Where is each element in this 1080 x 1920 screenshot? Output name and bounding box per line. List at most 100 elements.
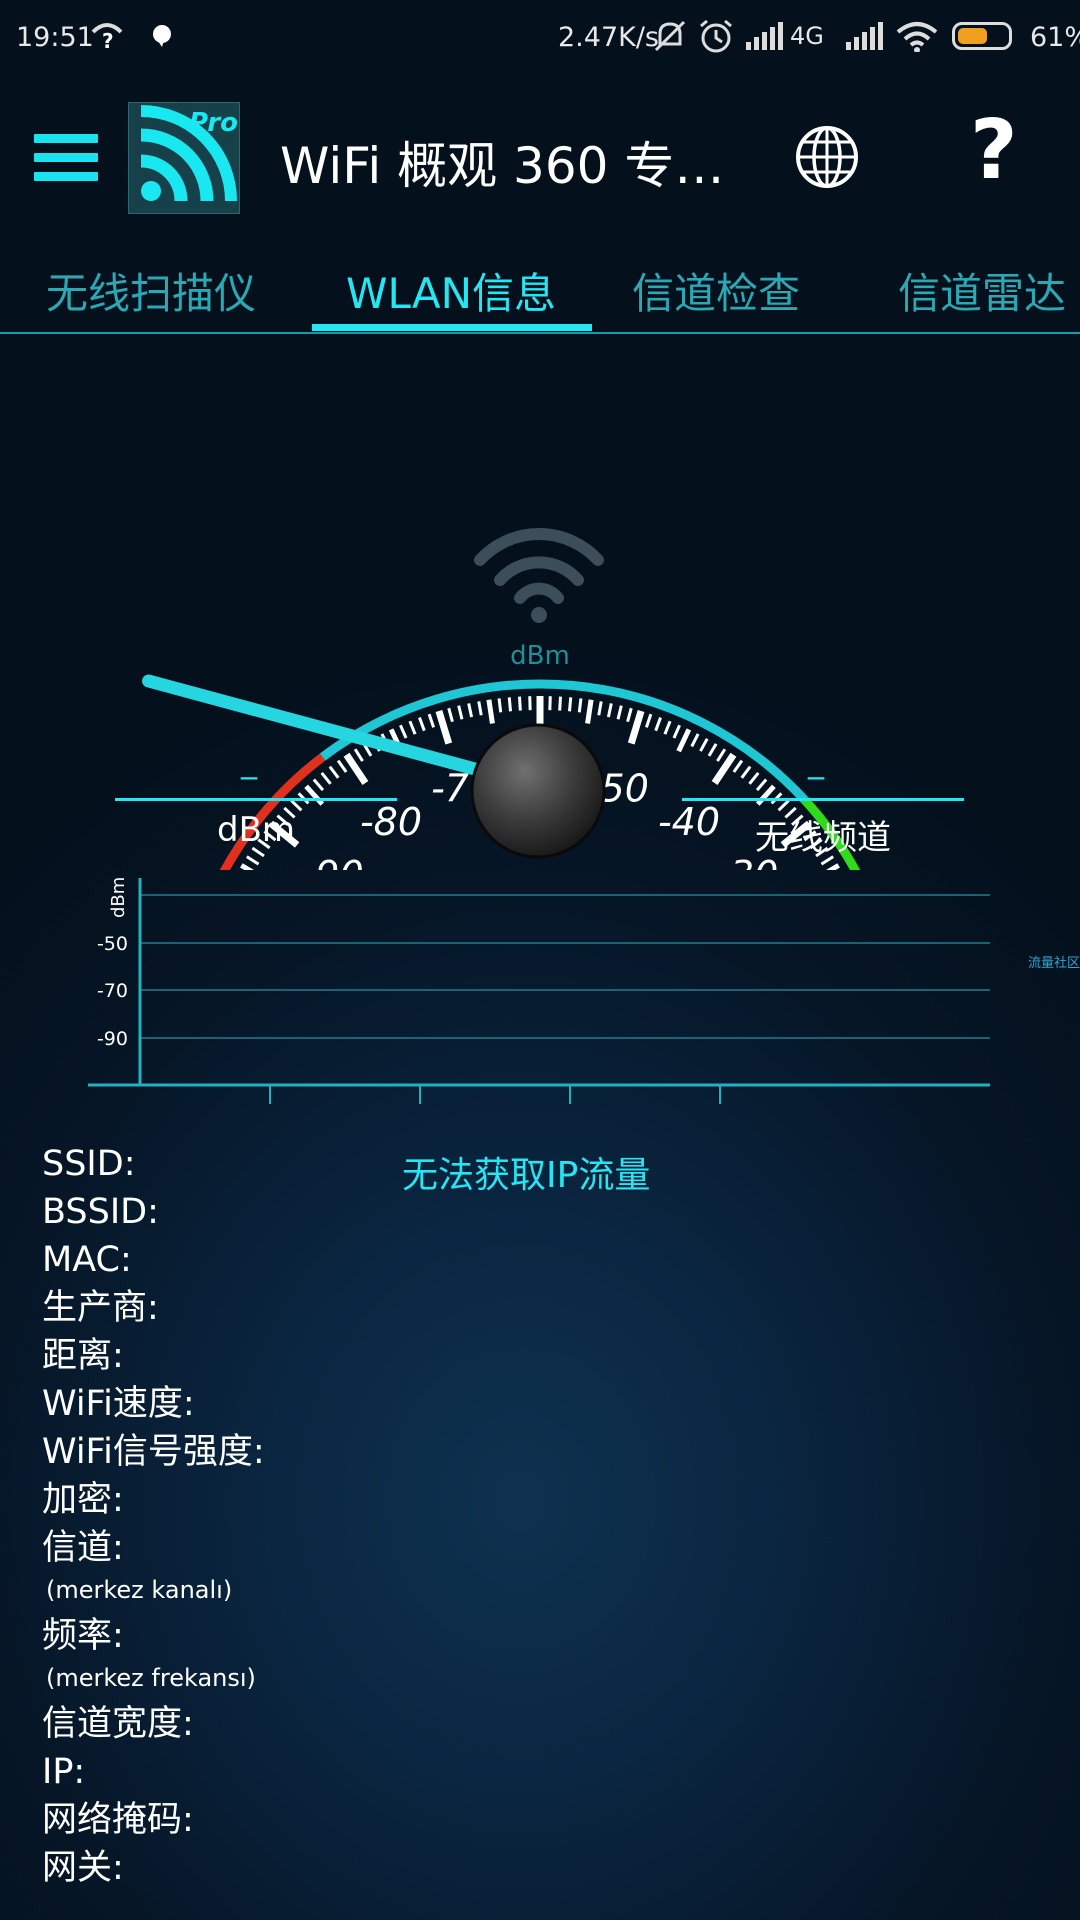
gauge-knob: [470, 723, 606, 859]
info-row-label: 网络掩码:: [42, 1800, 194, 1840]
y-tick-label: -50: [97, 933, 128, 955]
gauge-tick: [672, 724, 681, 739]
gauge-tick: [245, 855, 260, 866]
app-header: Pro WiFi 概观 360 专… ?: [0, 80, 1080, 230]
gauge-tick: [320, 772, 332, 785]
gauge-tick: [644, 713, 653, 728]
dbm-value: _: [241, 742, 257, 780]
y-tick-label: -70: [97, 980, 128, 1002]
channel-value: _: [808, 742, 824, 780]
tab-bar: 无线扫描仪 WLAN信息 信道检查 信道雷达: [0, 250, 1080, 334]
gauge-tick: [507, 697, 512, 712]
network-type: 4G: [790, 22, 824, 50]
gauge-tick: [606, 703, 613, 718]
info-row-label: 加密:: [42, 1480, 124, 1520]
wifi-center-icon: [474, 528, 604, 623]
info-row-label: 生产商:: [42, 1288, 159, 1328]
gauge-tick: [568, 697, 573, 712]
gauge-tick: [597, 701, 603, 716]
dbm-underline: [115, 798, 397, 801]
info-row-label: 信道:: [42, 1528, 124, 1568]
pro-badge: Pro: [189, 108, 238, 138]
signal-icon: [846, 22, 883, 50]
info-row-label: WiFi信号强度:: [42, 1432, 265, 1472]
gauge-tick: [676, 728, 692, 753]
wifi-logo-icon: Pro: [140, 105, 238, 202]
gauge-tick: [558, 696, 563, 711]
battery-fill: [958, 28, 988, 44]
bell-off-icon: [654, 20, 686, 52]
info-row-label: BSSID:: [42, 1192, 159, 1232]
gauge-tick: [290, 799, 303, 812]
tab-wireless-scanner[interactable]: 无线扫描仪: [46, 260, 256, 321]
gauge-tick: [467, 703, 474, 718]
info-row-label: 频率:: [42, 1616, 124, 1656]
help-icon[interactable]: ?: [970, 110, 1018, 192]
signal-history-chart: dBm -50 -70 -90: [88, 877, 990, 1104]
info-row-label: WiFi速度:: [42, 1384, 195, 1424]
gauge-tick: [497, 698, 503, 713]
gauge-tick: [585, 699, 594, 724]
gauge-tick: [616, 705, 623, 720]
info-row-sublabel: (merkez kanalı): [46, 1576, 233, 1604]
tab-channel-radar[interactable]: 信道雷达: [898, 260, 1066, 321]
globe-icon[interactable]: [794, 124, 860, 190]
battery-percent: 61%: [1030, 22, 1080, 53]
gauge-tick: [777, 799, 790, 812]
watermark: 流量社区: [1028, 956, 1080, 971]
gauge-tick: [626, 707, 633, 723]
signal-gauge: -100-90-80-70-60-50-40-30-20 dBm: [142, 528, 861, 870]
alarm-icon: [700, 19, 732, 53]
channel-label: 无线频道: [755, 818, 891, 858]
gauge-tick: [732, 759, 744, 773]
menu-icon[interactable]: [34, 134, 98, 184]
gauge-tick: [427, 713, 436, 728]
question-icon: ?: [91, 23, 123, 52]
app-title: WiFi 概观 360 专…: [280, 137, 725, 195]
gauge-tick: [577, 698, 583, 713]
info-row-label: 信道宽度:: [42, 1704, 194, 1744]
gauge-tick: [336, 759, 348, 773]
battery-icon: [952, 22, 1012, 50]
wifi-icon: [896, 22, 938, 52]
status-time: 19:51: [16, 22, 94, 53]
info-row-sublabel: (merkez frekansı): [46, 1664, 256, 1692]
info-row-label: 网关:: [42, 1848, 124, 1888]
gauge-tick: [748, 772, 760, 785]
network-speed: 2.47K/s: [558, 22, 659, 53]
status-bar: 19:51 ? 2.47K/s 4G 61%: [0, 0, 1080, 72]
info-row-label: MAC:: [42, 1240, 132, 1280]
wlan-info-list: SSID: BSSID: MAC: 生产商: 距离: WiFi速度: WiFi信号强度: 加密…: [42, 1140, 642, 1892]
chart-y-label: dBm: [108, 877, 129, 918]
gauge-tick: [486, 699, 495, 724]
gauge-tick: [707, 743, 718, 757]
gauge-tick: [304, 784, 325, 806]
tab-channel-check[interactable]: 信道检查: [632, 260, 800, 321]
gauge-scale-label: -90: [302, 853, 364, 870]
gauge-tick: [755, 778, 768, 792]
notification-icon: [153, 25, 171, 47]
gauge-tick: [418, 717, 426, 732]
tab-wlan-info[interactable]: WLAN信息: [346, 260, 556, 321]
gauge-tick: [517, 696, 522, 711]
info-row-label: 距离:: [42, 1336, 124, 1376]
gauge-tick: [408, 720, 417, 735]
gauge-tick: [740, 765, 752, 779]
gauge-tick: [627, 709, 645, 745]
signal-icon: [746, 22, 783, 50]
gauge-tick: [699, 738, 709, 752]
svg-text:?: ?: [102, 29, 114, 52]
info-row-label: IP:: [42, 1752, 86, 1792]
info-row-label: SSID:: [42, 1144, 136, 1184]
gauge-tick: [477, 701, 483, 716]
gauge-tick: [447, 707, 454, 723]
y-tick-label: -90: [97, 1028, 128, 1050]
gauge-tick: [755, 784, 776, 806]
gauge-tick: [328, 765, 340, 779]
gauge-tick: [690, 733, 700, 748]
app-logo: Pro: [128, 102, 240, 214]
gauge-tick: [435, 709, 453, 745]
gauge-tick: [716, 748, 727, 762]
gauge-tick: [312, 778, 325, 792]
gauge-tick: [353, 748, 364, 762]
